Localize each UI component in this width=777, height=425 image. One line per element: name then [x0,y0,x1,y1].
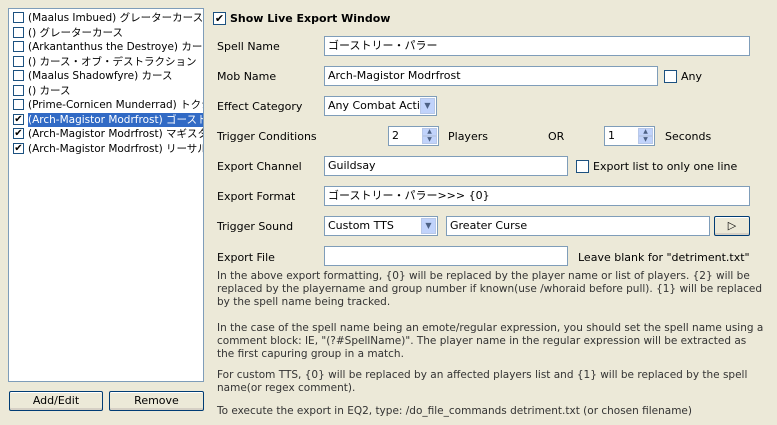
trigger-sound-value: Custom TTS [328,219,394,232]
export-channel-input[interactable]: Guildsay [324,156,568,176]
live-export-checkbox[interactable]: ✔ [213,12,226,25]
list-item-checkbox[interactable]: ✔ [13,142,24,154]
export-file-label: Export File [217,251,275,264]
list-item[interactable]: () カース・オブ・デストラクション [11,55,203,69]
spin-down-icon[interactable]: ▼ [638,136,653,144]
play-icon: ▷ [727,219,737,232]
players-label: Players [448,130,488,143]
list-item-label: (Arch-Magistor Modrfrost) ゴーストリー・パラー [27,112,203,127]
effect-category-select[interactable]: Any Combat Actio ▼ [324,96,437,116]
list-item-label: () カース・オブ・デストラクション [28,55,197,68]
seconds-label: Seconds [665,130,712,143]
list-item-checkbox[interactable] [13,26,24,38]
list-item-label: () カース [28,84,71,97]
one-line-label: Export list to only one line [593,160,738,173]
mob-name-input[interactable]: Arch-Magistor Modrfrost [324,66,658,86]
spin-up-icon[interactable]: ▲ [422,128,437,136]
one-line-checkbox[interactable] [576,160,589,173]
list-item-checkbox[interactable] [13,12,24,23]
effect-category-value: Any Combat Actio [328,99,427,112]
trigger-conditions-label: Trigger Conditions [217,130,317,143]
help-text-3: For custom TTS, {0} will be replaced by … [217,369,748,394]
list-item[interactable]: ✔(Arch-Magistor Modrfrost) ゴーストリー・パラー [11,112,203,127]
or-label: OR [548,130,565,143]
list-item[interactable]: (Arkantanthus the Destroye) カース・オブ・デストラク… [11,40,203,54]
spell-name-input[interactable]: ゴーストリー・パラー [324,36,750,56]
spin-up-icon[interactable]: ▲ [638,128,653,136]
chevron-down-icon[interactable]: ▼ [420,98,435,114]
list-item-label: (Maalus Shadowfyre) カース [28,70,173,82]
spell-name-label: Spell Name [217,40,280,53]
export-file-input[interactable] [324,246,568,266]
help-text-1: In the above export formatting, {0} will… [217,270,763,308]
export-format-input[interactable]: ゴーストリー・パラー>>> {0} [324,186,750,206]
spell-list[interactable]: (Maalus Imbued) グレーターカース () グレーターカース (Arka… [8,8,204,382]
list-item-label: (Arch-Magistor Modrfrost) リーサル [28,142,204,155]
export-channel-label: Export Channel [217,160,302,173]
play-sound-button[interactable]: ▷ [714,216,750,236]
players-spinner[interactable]: 2 ▲ ▼ [388,126,439,146]
list-item-label: (Arkantanthus the Destroye) カース・オブ・デストラク… [28,41,203,53]
list-item[interactable]: ✔ (Arch-Magistor Modrfrost) マギスター [11,127,204,141]
list-item-label: (Maalus Imbued) グレーターカース [28,12,204,24]
list-item[interactable]: (Prime-Cornicen Munderrad) トクシック [11,98,203,112]
help-text-2: In the case of the spell name being an e… [217,322,764,360]
list-item[interactable]: ✔ (Arch-Magistor Modrfrost) リーサル [11,142,204,156]
list-item[interactable]: () グレーターカース [11,26,203,40]
list-item-checkbox[interactable]: ✔ [13,113,24,125]
chevron-down-icon[interactable]: ▼ [421,218,436,234]
any-mob-checkbox[interactable] [664,70,677,83]
add-edit-button[interactable]: Add/Edit [9,391,103,411]
remove-button[interactable]: Remove [109,391,204,411]
list-item-label: (Prime-Cornicen Munderrad) トクシック [28,99,203,111]
list-item-label: () グレーターカース [28,26,124,39]
list-item[interactable]: (Maalus Shadowfyre) カース [11,69,203,83]
trigger-sound-label: Trigger Sound [217,220,294,233]
effect-category-label: Effect Category [217,100,303,113]
list-item[interactable]: (Maalus Imbued) グレーターカース [11,11,204,25]
seconds-spinner[interactable]: 1 ▲ ▼ [604,126,655,146]
list-item-checkbox[interactable] [13,41,24,52]
list-item-checkbox[interactable] [13,70,24,81]
list-item-checkbox[interactable] [13,84,24,96]
list-item-checkbox[interactable]: ✔ [13,128,24,139]
list-item-label: (Arch-Magistor Modrfrost) マギスター [28,128,204,140]
list-item-checkbox[interactable] [13,99,24,110]
seconds-value: 1 [608,129,615,142]
help-text-4: To execute the export in EQ2, type: /do_… [217,405,692,417]
trigger-sound-select[interactable]: Custom TTS ▼ [324,216,438,236]
list-item[interactable]: () カース [11,84,203,98]
list-item-checkbox[interactable] [13,55,24,67]
export-file-hint: Leave blank for "detriment.txt" [578,251,750,264]
tts-text-input[interactable]: Greater Curse [446,216,710,236]
mob-name-label: Mob Name [217,70,277,83]
export-format-label: Export Format [217,190,296,203]
spin-down-icon[interactable]: ▼ [422,136,437,144]
live-export-label: Show Live Export Window [230,12,391,25]
players-value: 2 [392,129,399,142]
any-mob-label: Any [681,70,703,83]
